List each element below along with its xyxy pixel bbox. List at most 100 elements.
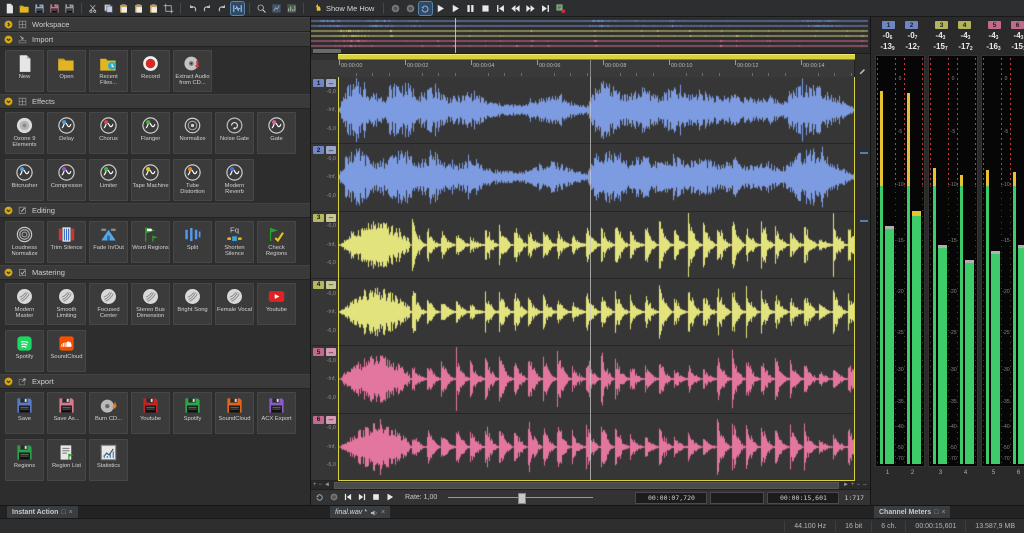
save-as-tile[interactable]: Save As... xyxy=(47,392,86,434)
save-all-button[interactable] xyxy=(63,2,76,15)
time-ruler[interactable]: 00:00:0000:00:0200:00:0400:00:0600:00:08… xyxy=(311,60,855,78)
go-to-start-button[interactable] xyxy=(343,492,354,503)
female-vocal-tile[interactable]: Female Vocal xyxy=(215,283,254,325)
channel-badge-5[interactable]: 5 xyxy=(313,348,324,356)
channel-lane-4[interactable]: 4–-6,0-Inf,-6,0 xyxy=(311,279,855,346)
section-header-export[interactable]: Export xyxy=(0,374,310,389)
waveform-canvas-ch1[interactable] xyxy=(339,77,854,143)
channel-minimize-button[interactable]: – xyxy=(326,79,336,87)
vertical-scrollbar[interactable] xyxy=(854,60,870,481)
section-header-import[interactable]: Import xyxy=(0,32,310,47)
stereo-bus-dimension-tile[interactable]: Stereo Bus Dimension xyxy=(131,283,170,325)
overview-scroll-thumb[interactable] xyxy=(313,49,341,53)
spectrum-view-button[interactable] xyxy=(270,2,283,15)
regions-tile[interactable]: Regions xyxy=(5,439,44,481)
waveform-canvas-ch4[interactable] xyxy=(339,279,854,345)
channel-minimize-button[interactable]: – xyxy=(326,416,336,424)
section-header-workspace[interactable]: Workspace xyxy=(0,17,310,32)
channel-minimize-button[interactable]: – xyxy=(326,348,336,356)
modern-reverb-tile[interactable]: Modern Reverb xyxy=(215,159,254,201)
save-tile[interactable]: Save xyxy=(5,392,44,434)
channel-minimize-button[interactable]: – xyxy=(326,281,336,289)
mix-paste-button[interactable] xyxy=(132,2,145,15)
limiter-tile[interactable]: Limiter xyxy=(89,159,128,201)
channel-badge-4[interactable]: 4 xyxy=(313,281,324,289)
section-header-effects[interactable]: Effects xyxy=(0,94,310,109)
crop-button[interactable] xyxy=(162,2,175,15)
fast-forward-button[interactable] xyxy=(524,2,537,15)
paste-button[interactable] xyxy=(117,2,130,15)
meter-badge-5[interactable]: 5 xyxy=(988,21,1001,29)
extract-audio-from-cd-tile[interactable]: Extract Audio from CD... xyxy=(173,50,212,92)
open-file-button[interactable] xyxy=(18,2,31,15)
record-button[interactable] xyxy=(404,2,417,15)
compressor-tile[interactable]: Compressor xyxy=(47,159,86,201)
close-icon[interactable]: × xyxy=(381,509,385,516)
redo-button[interactable] xyxy=(201,2,214,15)
word-regions-tile[interactable]: Word Regions xyxy=(131,221,170,263)
scripts-button[interactable] xyxy=(554,2,567,15)
close-icon[interactable]: × xyxy=(941,509,945,516)
chevron-down-icon[interactable] xyxy=(4,206,13,215)
new-file-button[interactable] xyxy=(3,2,16,15)
delay-tile[interactable]: Delay xyxy=(47,112,86,154)
play-button[interactable] xyxy=(385,492,396,503)
trim-silence-tile[interactable]: Trim Silence xyxy=(47,221,86,263)
shorten-silence-tile[interactable]: FqShorten Silence xyxy=(215,221,254,263)
go-to-end-button[interactable] xyxy=(357,492,368,503)
modern-master-tile[interactable]: Modern Master xyxy=(5,283,44,325)
gate-tile[interactable]: Gate xyxy=(257,112,296,154)
meter-badge-4[interactable]: 4 xyxy=(958,21,971,29)
zoom-tool-button[interactable] xyxy=(255,2,268,15)
zoom-in-x2-button[interactable]: + xyxy=(851,482,855,488)
check-regions-names-tile[interactable]: Check Regions names xyxy=(257,221,296,263)
loop-playback-button[interactable] xyxy=(419,2,432,15)
copy-button[interactable] xyxy=(102,2,115,15)
channel-lane-2[interactable]: 2–-6,0-Inf,-6,0 xyxy=(311,144,855,211)
waveform-canvas-ch2[interactable] xyxy=(339,144,854,210)
play-button[interactable] xyxy=(449,2,462,15)
channel-minimize-button[interactable]: – xyxy=(326,214,336,222)
ozone-9-elements-tile[interactable]: Ozone 9 Elements xyxy=(5,112,44,154)
chevron-down-icon[interactable] xyxy=(4,97,13,106)
rate-slider[interactable] xyxy=(448,492,593,503)
noise-gate-tile[interactable]: Noise Gate xyxy=(215,112,254,154)
metronome-button[interactable] xyxy=(329,492,340,503)
event-tool-button[interactable] xyxy=(231,2,244,15)
repeat-button[interactable] xyxy=(216,2,229,15)
float-window-icon[interactable]: □ xyxy=(61,509,65,516)
record-remote-button[interactable] xyxy=(389,2,402,15)
scroll-left-button[interactable]: ◄ xyxy=(324,482,330,488)
marker-pencil-icon[interactable] xyxy=(858,63,867,72)
go-to-end-button[interactable] xyxy=(539,2,552,15)
youtube-tile[interactable]: Youtube xyxy=(257,283,296,325)
scroll-right-button[interactable]: ► xyxy=(843,482,849,488)
channel-badge-6[interactable]: 6 xyxy=(313,416,324,424)
normalize-tile[interactable]: Normalize xyxy=(173,112,212,154)
tape-machine-tile[interactable]: Tape Machine xyxy=(131,159,170,201)
bright-song-tile[interactable]: Bright Song xyxy=(173,283,212,325)
save-as-button[interactable] xyxy=(48,2,61,15)
statistics-tile[interactable]: Statistics xyxy=(89,439,128,481)
stop-button[interactable] xyxy=(371,492,382,503)
chorus-tile[interactable]: Chorus xyxy=(89,112,128,154)
float-window-icon[interactable]: □ xyxy=(934,509,938,516)
meter-badge-3[interactable]: 3 xyxy=(935,21,948,29)
stop-button[interactable] xyxy=(479,2,492,15)
focused-center-tile[interactable]: Focused Center xyxy=(89,283,128,325)
tube-distortion-tile[interactable]: Tube Distortion xyxy=(173,159,212,201)
soundcloud-tile[interactable]: SoundCloud xyxy=(215,392,254,434)
waveform-canvas-ch6[interactable] xyxy=(339,414,854,480)
show-me-how-button[interactable]: Show Me How xyxy=(309,2,378,14)
channel-lane-1[interactable]: 1–-6,0-Inf,-6,0 xyxy=(311,77,855,144)
region-list-tile[interactable]: Region List xyxy=(47,439,86,481)
split-tile[interactable]: Split xyxy=(173,221,212,263)
channel-lane-5[interactable]: 5–-6,0-Inf,-6,0 xyxy=(311,346,855,413)
cut-button[interactable] xyxy=(87,2,100,15)
channel-lane-3[interactable]: 3–-6,0-Inf,-6,0 xyxy=(311,212,855,279)
paste-special-button[interactable] xyxy=(147,2,160,15)
undo-button[interactable] xyxy=(186,2,199,15)
burn-cd-tile[interactable]: Burn CD... xyxy=(89,392,128,434)
loudness-normalize-tile[interactable]: Loudness Normalize xyxy=(5,221,44,263)
spotify-tile[interactable]: Spotify xyxy=(5,330,44,372)
